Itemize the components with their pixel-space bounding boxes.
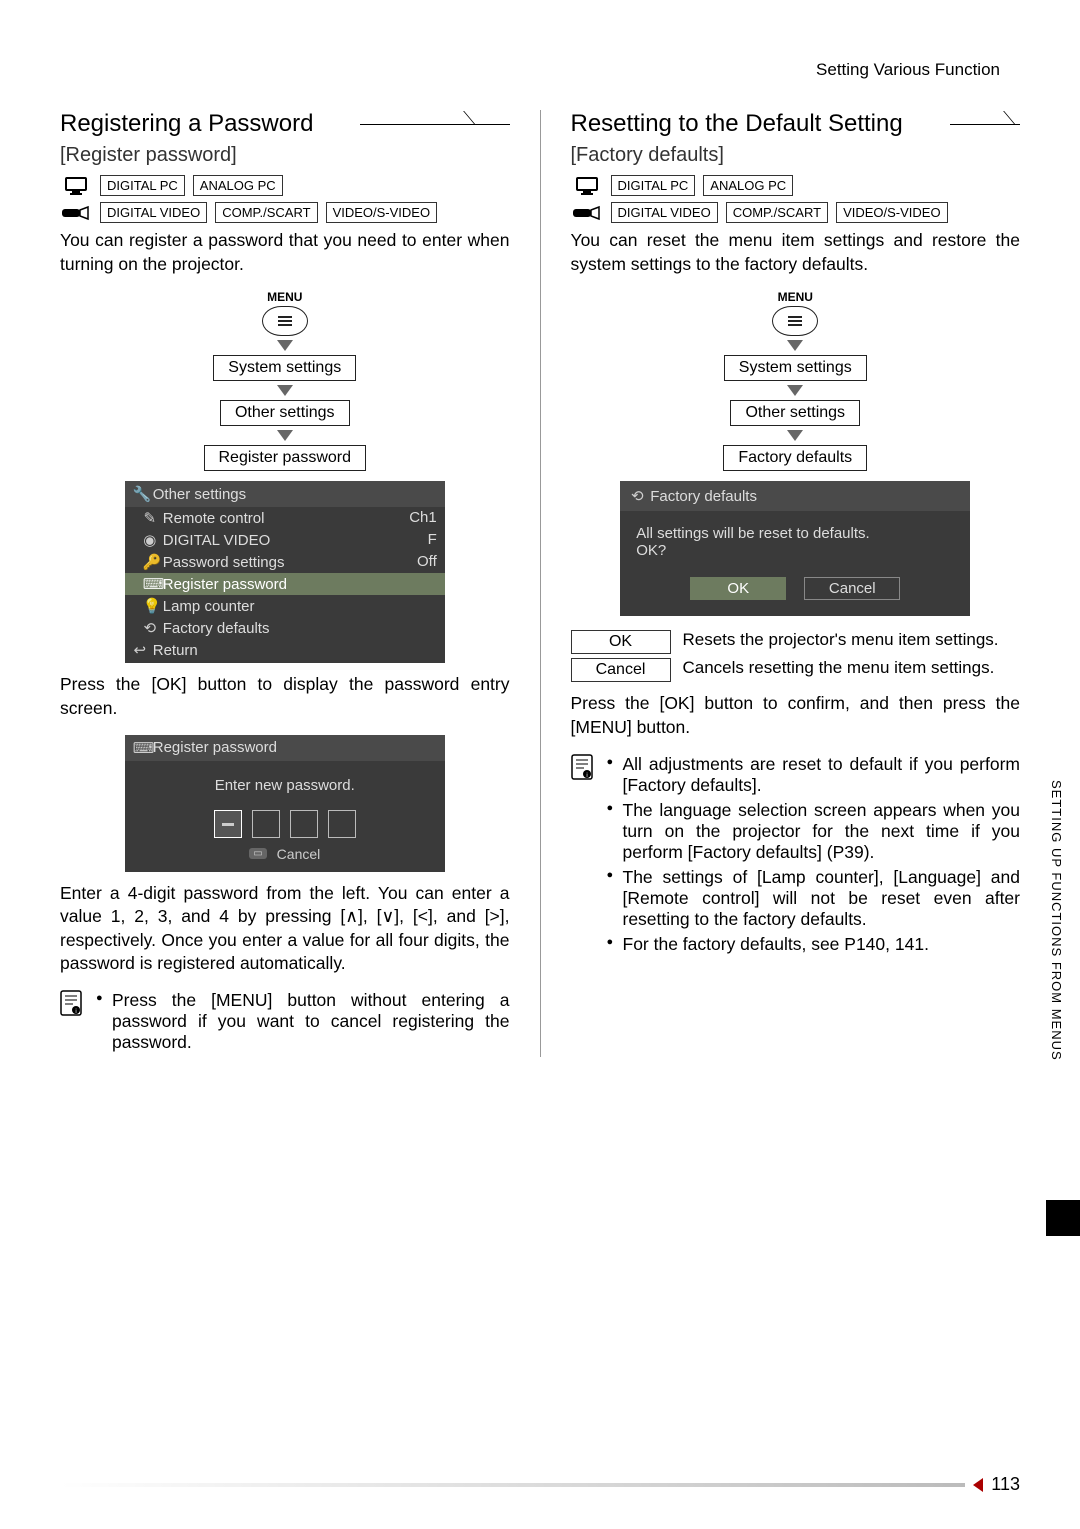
osd-ok-button: OK: [690, 577, 786, 600]
osd-header-text: Other settings: [153, 486, 246, 503]
osd-header-text: Register password: [153, 739, 277, 756]
flow-system-settings: System settings: [213, 355, 356, 381]
osd-row-label: DIGITAL VIDEO: [163, 532, 271, 549]
right-column: Resetting to the Default Setting [Factor…: [571, 110, 1021, 1057]
arrow-down-icon: [277, 340, 293, 351]
tag-analog-pc: ANALOG PC: [193, 175, 283, 196]
tag-comp-scart: COMP./SCART: [215, 202, 317, 223]
osd-cancel-label: Cancel: [277, 846, 321, 862]
osd-row-label: Password settings: [163, 554, 285, 571]
left-subtitle: [Register password]: [60, 144, 510, 167]
pencil-icon: ✎: [143, 509, 157, 527]
signal-icon: ◉: [143, 531, 157, 549]
wrench-icon: 🔧: [133, 485, 147, 503]
left-after-osd1: Press the [OK] button to display the pas…: [60, 673, 510, 720]
osd-register-password: ⌨ Register password Enter new password. ▭…: [125, 735, 445, 872]
left-column: Registering a Password [Register passwor…: [60, 110, 510, 1057]
left-flow: MENU System settings Other settings Regi…: [60, 290, 510, 471]
tag-digital-pc: DIGITAL PC: [611, 175, 696, 196]
right-after: Press the [OK] button to confirm, and th…: [571, 692, 1021, 739]
menu-label: MENU: [267, 290, 302, 304]
plug-icon: [571, 205, 603, 221]
arrow-down-icon: [787, 340, 803, 351]
note-icon: i: [60, 990, 86, 1057]
tag-digital-pc: DIGITAL PC: [100, 175, 185, 196]
right-note-item: The settings of [Lamp counter], [Languag…: [607, 867, 1021, 930]
monitor-icon: [571, 176, 603, 196]
tag-digital-video: DIGITAL VIDEO: [611, 202, 718, 223]
menu-label: MENU: [778, 290, 813, 304]
note-icon: i: [571, 754, 597, 959]
arrow-down-icon: [787, 430, 803, 441]
osd-return-label: Return: [153, 642, 198, 659]
right-note-item: For the factory defaults, see P140, 141.: [607, 934, 1021, 955]
monitor-icon: [60, 176, 92, 196]
osd-row-value: Ch1: [409, 509, 437, 527]
osd-factory-defaults: ⟲ Factory defaults All settings will be r…: [620, 481, 970, 616]
arrow-down-icon: [277, 385, 293, 396]
tag-video-svideo: VIDEO/S-VIDEO: [326, 202, 438, 223]
right-note-item: All adjustments are reset to default if …: [607, 754, 1021, 796]
menu-button-icon: [772, 306, 818, 336]
key-icon: 🔑: [143, 553, 157, 571]
password-digit: [290, 810, 318, 838]
option-ok-desc: Resets the projector's menu item setting…: [683, 630, 999, 654]
flow-factory-defaults: Factory defaults: [723, 445, 867, 471]
svg-text:i: i: [75, 1009, 76, 1015]
osd-row-label: Lamp counter: [163, 598, 255, 615]
page-number: 113: [991, 1474, 1020, 1495]
password-digit: [328, 810, 356, 838]
osd-row-label: Factory defaults: [163, 620, 270, 637]
flow-other-settings: Other settings: [730, 400, 860, 426]
osd-header-text: Factory defaults: [650, 488, 757, 505]
lamp-icon: 💡: [143, 597, 157, 615]
keyboard-icon: ⌨: [133, 739, 147, 757]
flow-system-settings: System settings: [724, 355, 867, 381]
password-boxes: [133, 810, 437, 838]
tag-video-svideo: VIDEO/S-VIDEO: [836, 202, 948, 223]
osd-enter-password-msg: Enter new password.: [133, 777, 437, 794]
left-after-osd2: Enter a 4-digit password from the left. …: [60, 882, 510, 977]
left-intro: You can register a password that you nee…: [60, 229, 510, 276]
tag-comp-scart: COMP./SCART: [726, 202, 828, 223]
password-digit: [214, 810, 242, 838]
osd-row-value: F: [428, 531, 437, 549]
arrow-down-icon: [787, 385, 803, 396]
tag-analog-pc: ANALOG PC: [703, 175, 793, 196]
footer-triangle-icon: [973, 1478, 983, 1492]
side-tab-marker: [1046, 1200, 1080, 1236]
page-header: Setting Various Function: [60, 60, 1020, 80]
flow-register-password: Register password: [204, 445, 367, 471]
left-note-text: Press the [MENU] button without entering…: [96, 990, 510, 1053]
right-intro: You can reset the menu item settings and…: [571, 229, 1021, 276]
right-subtitle: [Factory defaults]: [571, 144, 1021, 167]
keyboard-icon: ⌨: [143, 575, 157, 593]
osd-cancel-button: Cancel: [804, 577, 900, 600]
arrow-down-icon: [277, 430, 293, 441]
osd-row-label: Register password: [163, 576, 287, 593]
reset-icon: ⟲: [143, 619, 157, 637]
side-section-label: SETTING UP FUNCTIONS FROM MENUS: [1049, 780, 1064, 1061]
right-note-item: The language selection screen appears wh…: [607, 800, 1021, 863]
reset-icon: ⟲: [630, 487, 644, 505]
menu-badge-icon: ▭: [249, 848, 266, 859]
option-cancel-key: Cancel: [571, 658, 671, 682]
return-icon: ↩: [133, 641, 147, 659]
osd-msg-line: OK?: [636, 542, 954, 559]
svg-text:i: i: [586, 773, 587, 779]
menu-button-icon: [262, 306, 308, 336]
option-cancel-desc: Cancels resetting the menu item settings…: [683, 658, 995, 682]
osd-other-settings: 🔧 Other settings ✎ Remote control Ch1 ◉ DIGI…: [125, 481, 445, 663]
osd-msg-line: All settings will be reset to defaults.: [636, 525, 954, 542]
right-flow: MENU System settings Other settings Fact…: [571, 290, 1021, 471]
option-ok-key: OK: [571, 630, 671, 654]
plug-icon: [60, 205, 92, 221]
footer-gradient: [60, 1483, 965, 1487]
password-digit: [252, 810, 280, 838]
osd-row-value: Off: [417, 553, 437, 571]
flow-other-settings: Other settings: [220, 400, 350, 426]
tag-digital-video: DIGITAL VIDEO: [100, 202, 207, 223]
osd-row-label: Remote control: [163, 510, 265, 527]
